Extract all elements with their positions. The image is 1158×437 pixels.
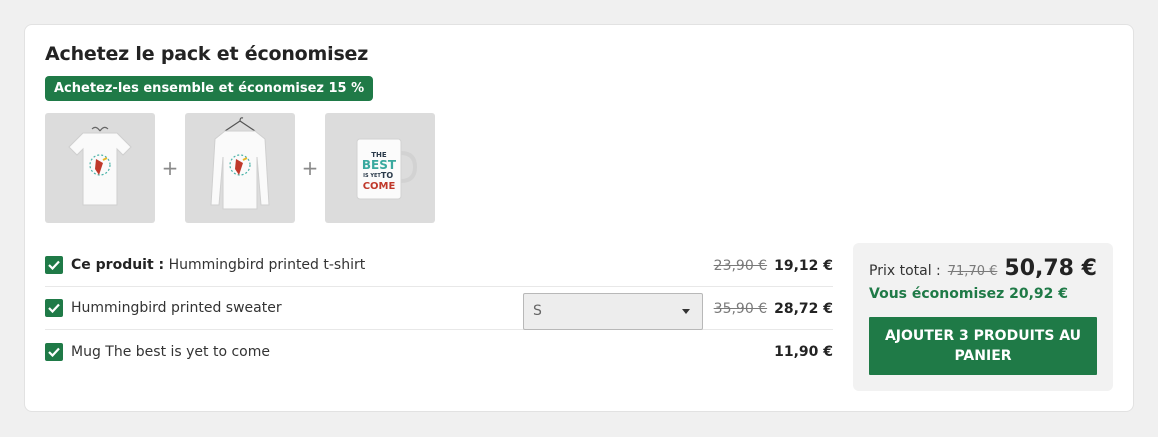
bundle-item-row: Ce produit : Hummingbird printed t-shirt… bbox=[45, 244, 833, 287]
plus-sign: + bbox=[301, 156, 319, 180]
discount-badge: Achetez-les ensemble et économisez 15 % bbox=[45, 76, 374, 101]
mug-print-is-yet: IS YET bbox=[363, 173, 381, 179]
total-line: Prix total : 71,70 € 50,78 € bbox=[869, 256, 1097, 281]
item-old-price: 35,90 € bbox=[713, 300, 768, 317]
mug-print-to: TO bbox=[381, 171, 393, 180]
chevron-down-icon bbox=[682, 309, 690, 314]
savings-text: Vous économisez 20,92 € bbox=[869, 286, 1068, 302]
item-price: 28,72 € bbox=[774, 300, 833, 317]
item-name-text: Hummingbird printed t-shirt bbox=[168, 257, 366, 273]
product-thumbnails: + + THE BEST IS YET TO COME bbox=[45, 113, 435, 223]
tshirt-image bbox=[68, 126, 132, 206]
total-price: 50,78 € bbox=[1004, 256, 1097, 281]
total-old-price: 71,70 € bbox=[947, 264, 998, 279]
item-price: 11,90 € bbox=[774, 343, 833, 360]
item-price: 19,12 € bbox=[774, 257, 833, 274]
checkbox-checked-icon[interactable] bbox=[45, 342, 63, 361]
item-prefix: Ce produit : bbox=[71, 257, 165, 273]
thumbnail-tshirt[interactable] bbox=[45, 113, 155, 223]
bundle-title: Achetez le pack et économisez bbox=[45, 43, 369, 65]
bundle-items: Ce produit : Hummingbird printed t-shirt… bbox=[45, 244, 833, 373]
item-prices: 11,90 € bbox=[774, 330, 833, 373]
thumbnail-mug[interactable]: THE BEST IS YET TO COME bbox=[325, 113, 435, 223]
bundle-summary: Prix total : 71,70 € 50,78 € Vous économ… bbox=[853, 243, 1113, 391]
plus-sign: + bbox=[161, 156, 179, 180]
checkbox-checked-icon[interactable] bbox=[45, 299, 63, 317]
mug-print-best: BEST bbox=[362, 158, 397, 172]
bundle-card: Achetez le pack et économisez Achetez-le… bbox=[24, 24, 1134, 412]
item-old-price: 23,90 € bbox=[713, 257, 768, 274]
item-prices: 35,90 € 28,72 € bbox=[714, 287, 833, 330]
bundle-item-row: Hummingbird printed sweater S 35,90 € 28… bbox=[45, 287, 833, 330]
size-select[interactable]: S bbox=[523, 293, 703, 330]
size-select-value: S bbox=[533, 303, 542, 319]
item-prices: 23,90 € 19,12 € bbox=[714, 244, 833, 287]
item-name: Mug The best is yet to come bbox=[71, 343, 271, 360]
item-name: Hummingbird printed sweater bbox=[71, 300, 282, 316]
add-bundle-to-cart-button[interactable]: AJOUTER 3 PRODUITS AU PANIER bbox=[869, 317, 1097, 375]
thumbnail-sweater[interactable] bbox=[185, 113, 295, 223]
mug-image: THE BEST IS YET TO COME bbox=[356, 138, 418, 200]
item-name: Ce produit : Hummingbird printed t-shirt bbox=[71, 257, 365, 273]
bundle-item-row: Mug The best is yet to come 11,90 € bbox=[45, 330, 833, 373]
total-label: Prix total : bbox=[869, 263, 941, 279]
sweater-image bbox=[210, 117, 270, 210]
checkbox-checked-icon[interactable] bbox=[45, 256, 63, 274]
mug-print-come: COME bbox=[363, 181, 396, 192]
